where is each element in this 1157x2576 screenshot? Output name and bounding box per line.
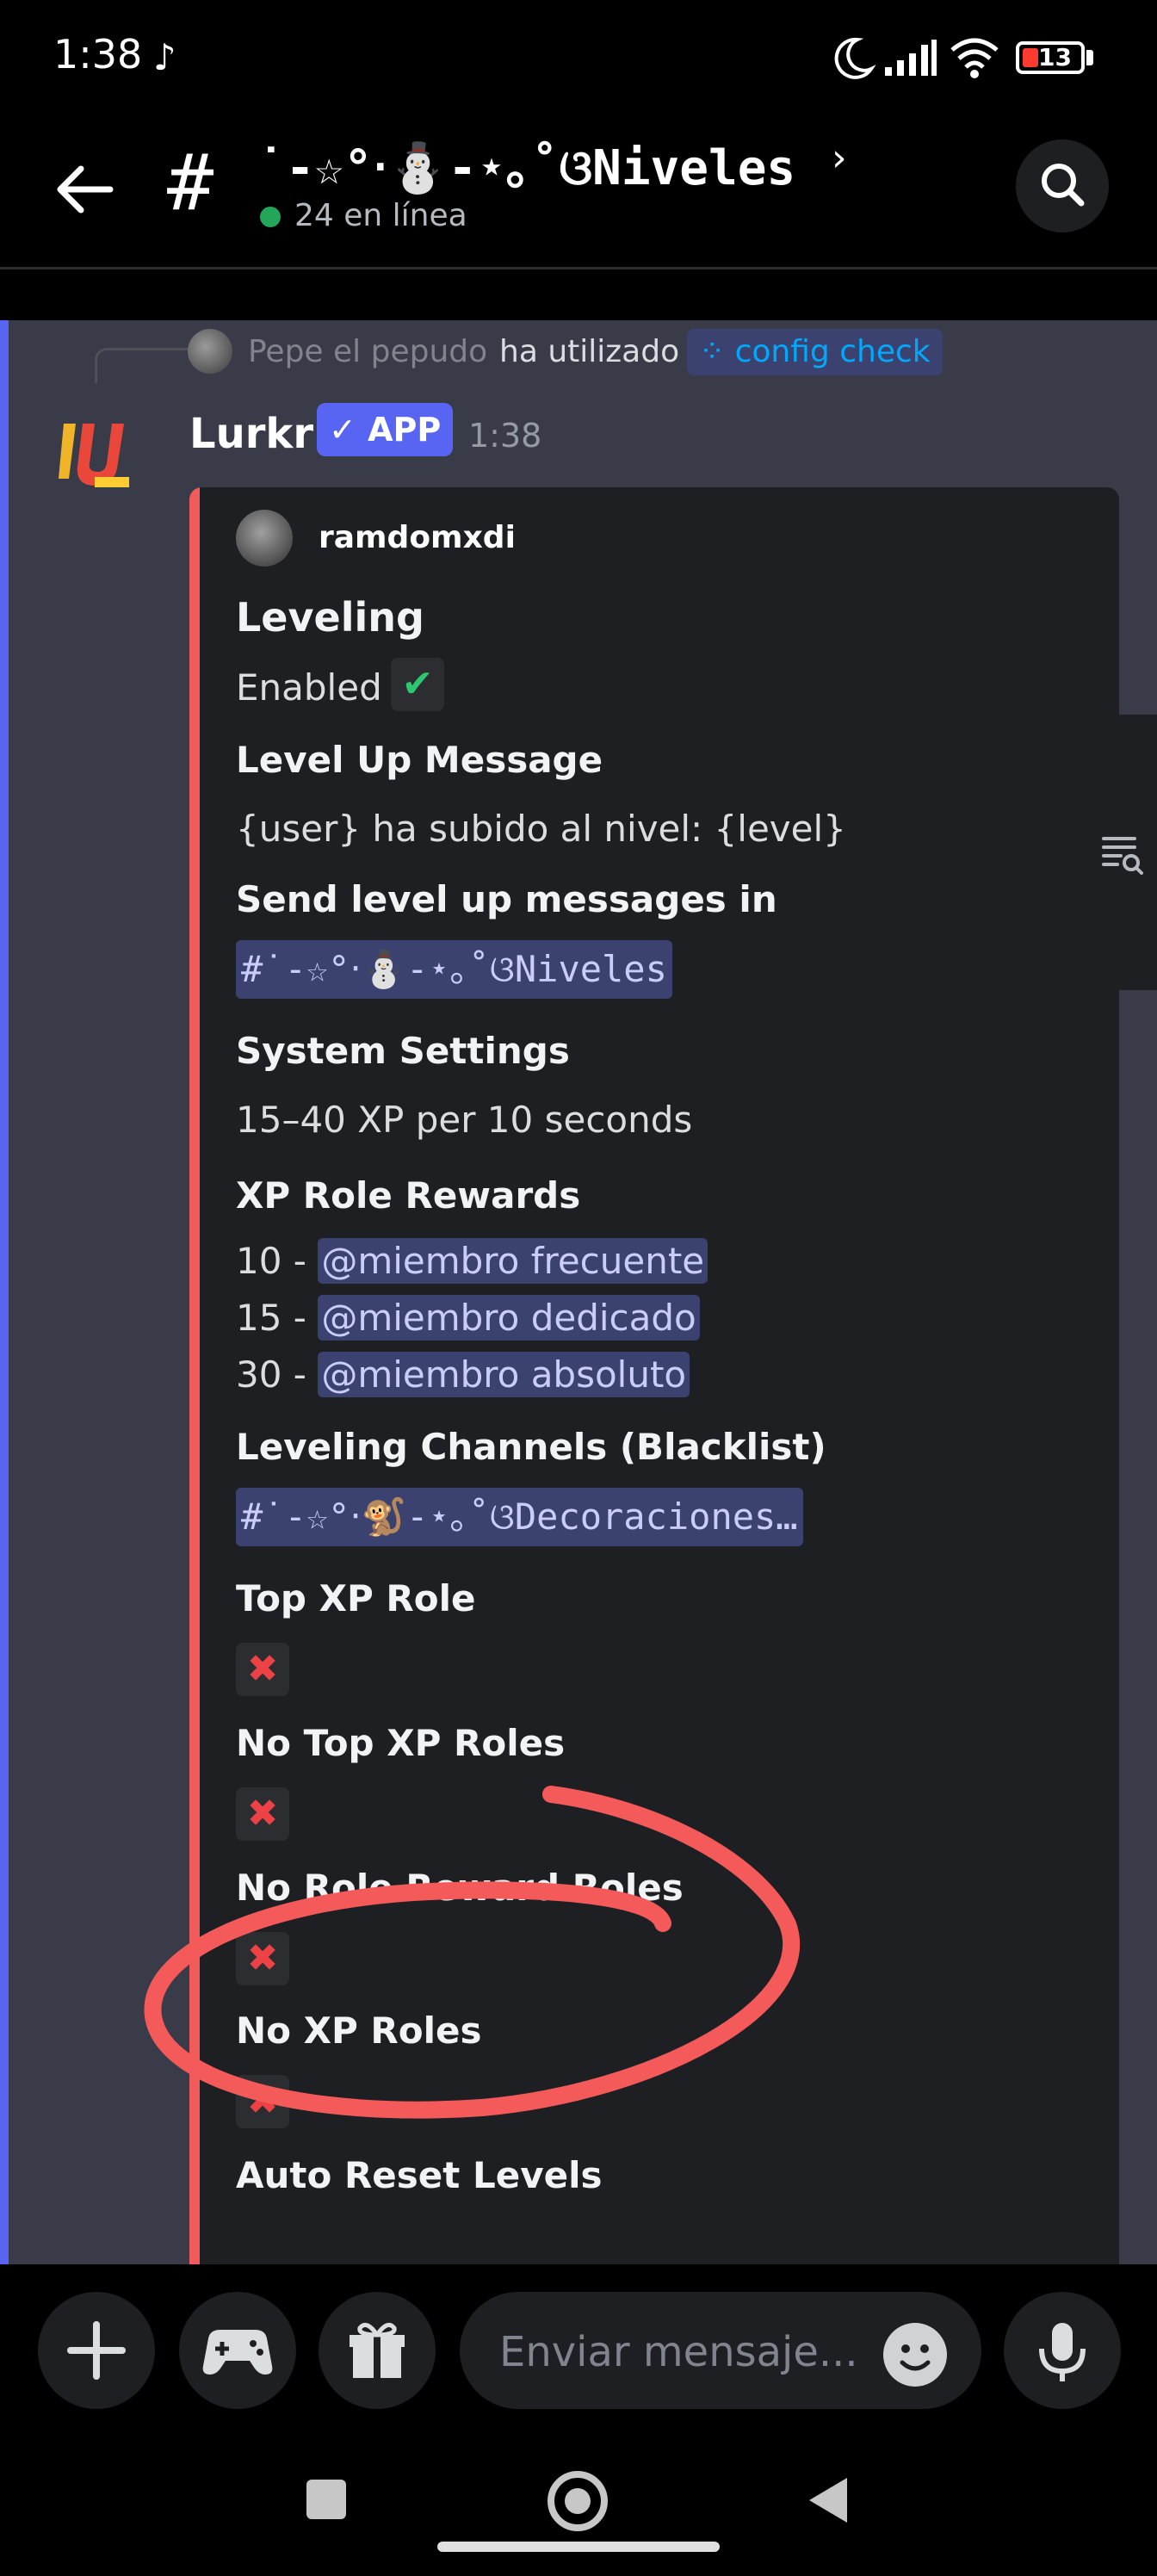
field-xp-role-rewards-title: XP Role Rewards <box>236 1174 581 1217</box>
enabled-label: Enabled <box>236 666 382 709</box>
cross-icon: ✖ <box>236 1643 289 1696</box>
role-reward-row: 15 - @miembro dedicado <box>236 1295 700 1341</box>
field-no-xp-roles-title: No XP Roles <box>236 2009 482 2052</box>
field-leveling-channels-title: Leveling Channels (Blacklist) <box>236 1426 826 1468</box>
recents-button[interactable] <box>306 2480 346 2519</box>
bot-username[interactable]: Lurkr <box>189 410 313 458</box>
battery-level: 13 <box>1038 43 1072 71</box>
field-no-top-xp-roles-title: No Top XP Roles <box>236 1722 566 1764</box>
slash-command-pill[interactable]: ⁘ config check <box>687 329 943 375</box>
gamepad-icon <box>202 2330 273 2375</box>
chevron-right-icon[interactable]: › <box>832 136 847 180</box>
status-time: 1:38 <box>53 31 143 77</box>
cross-icon: ✖ <box>236 2075 289 2128</box>
reward-level: 10 - <box>236 1240 306 1282</box>
mention-bar <box>0 320 9 2264</box>
bot-avatar[interactable] <box>52 406 138 492</box>
role-reward-row: 10 - @miembro frecuente <box>236 1238 708 1284</box>
moon-icon <box>834 37 876 79</box>
cross-icon: ✖ <box>236 1787 289 1841</box>
online-count: 24 en línea <box>294 198 467 233</box>
field-system-settings-title: System Settings <box>236 1030 570 1072</box>
wifi-icon <box>950 38 999 78</box>
back-button[interactable] <box>50 155 119 224</box>
role-reward-row: 30 - @miembro absoluto <box>236 1352 690 1397</box>
reply-user-avatar[interactable] <box>188 329 232 374</box>
search-icon <box>1042 164 1085 207</box>
message-timestamp: 1:38 <box>468 417 542 455</box>
field-auto-reset-levels-title: Auto Reset Levels <box>236 2154 603 2196</box>
field-top-xp-role-title: Top XP Role <box>236 1577 476 1619</box>
field-level-up-message-value: {user} ha subido al nivel: {level} <box>236 808 846 850</box>
attach-button[interactable] <box>38 2292 155 2409</box>
gift-icon <box>350 2322 405 2378</box>
field-send-level-up-title: Send level up messages in <box>236 878 777 920</box>
online-status-dot <box>260 207 281 227</box>
embed-color-stripe <box>189 487 200 2264</box>
field-no-role-reward-roles-title: No Role Reward Roles <box>236 1867 684 1909</box>
field-level-up-message-title: Level Up Message <box>236 739 603 781</box>
reply-used-text: ha utilizado <box>499 334 680 369</box>
channel-name[interactable]: ˙-☆°‧⛄-⋆｡˚ଓNiveles <box>257 129 795 199</box>
tiktok-icon: ♪ <box>153 36 176 78</box>
field-system-settings-value: 15–40 XP per 10 seconds <box>236 1099 693 1141</box>
reply-username[interactable]: Pepe el pepudo <box>248 334 487 369</box>
channel-hash-icon: # <box>167 138 214 228</box>
emoji-button[interactable] <box>883 2323 947 2387</box>
nav-back-button[interactable] <box>809 2478 847 2523</box>
embed-author-name: ramdomxdi <box>319 520 516 555</box>
channel-mention-niveles[interactable]: #˙-☆°‧⛄-⋆｡˚ଓNiveles <box>236 940 672 999</box>
smiley-icon <box>900 2344 931 2371</box>
message-list-search-icon[interactable] <box>1100 832 1145 876</box>
voice-button[interactable] <box>1004 2292 1121 2409</box>
config-embed: ramdomxdi Leveling Enabled ✔ Level Up Me… <box>189 487 1119 2264</box>
plus-icon <box>67 2321 126 2380</box>
role-mention[interactable]: @miembro absoluto <box>318 1352 690 1397</box>
battery-indicator: 13 <box>1016 41 1085 74</box>
search-button[interactable] <box>1016 139 1109 232</box>
channel-mention-decoraciones[interactable]: #˙-☆°‧🐒-⋆｡˚ଓDecoraciones… <box>236 1488 803 1546</box>
role-mention[interactable]: @miembro dedicado <box>318 1295 700 1341</box>
embed-author-avatar <box>236 510 293 567</box>
command-name: config check <box>734 334 931 369</box>
embed-title: Leveling <box>236 594 424 641</box>
battery-tip <box>1086 50 1093 65</box>
check-icon: ✔ <box>391 658 444 711</box>
cross-icon: ✖ <box>236 1932 289 1985</box>
activities-button[interactable] <box>179 2292 296 2409</box>
signal-icon <box>885 40 937 76</box>
app-badge: ✓ APP <box>317 403 454 456</box>
reward-level: 30 - <box>236 1353 306 1396</box>
reward-level: 15 - <box>236 1297 306 1339</box>
command-icon: ⁘ <box>699 334 735 369</box>
chat-area: Pepe el pepudo ha utilizado ⁘ config che… <box>0 320 1157 2264</box>
message-placeholder[interactable]: Enviar mensaje... <box>499 2328 858 2376</box>
reply-connector <box>95 348 192 383</box>
microphone-icon <box>1039 2323 1086 2381</box>
home-button-dot <box>565 2488 591 2514</box>
gesture-bar[interactable] <box>437 2542 720 2552</box>
gift-button[interactable] <box>319 2292 436 2409</box>
role-mention[interactable]: @miembro frecuente <box>318 1238 708 1284</box>
